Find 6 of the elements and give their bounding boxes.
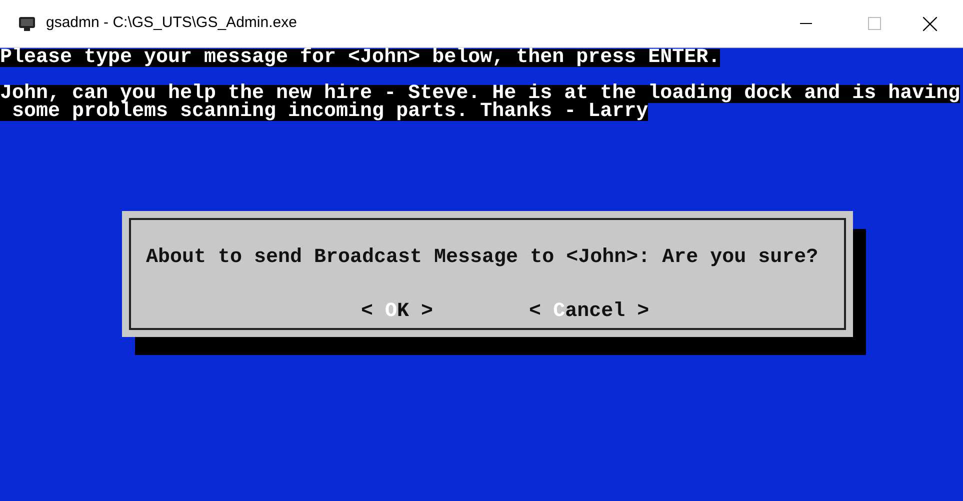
minimize-icon [800,22,812,24]
close-icon [923,16,937,30]
dialog-message: About to send Broadcast Message to <John>: Are you sure? [146,249,818,267]
maximize-icon [868,17,880,30]
window-title: gsadmn - C:\GS_UTS\GS_Admin.exe [46,13,297,34]
console-icon [18,16,36,32]
